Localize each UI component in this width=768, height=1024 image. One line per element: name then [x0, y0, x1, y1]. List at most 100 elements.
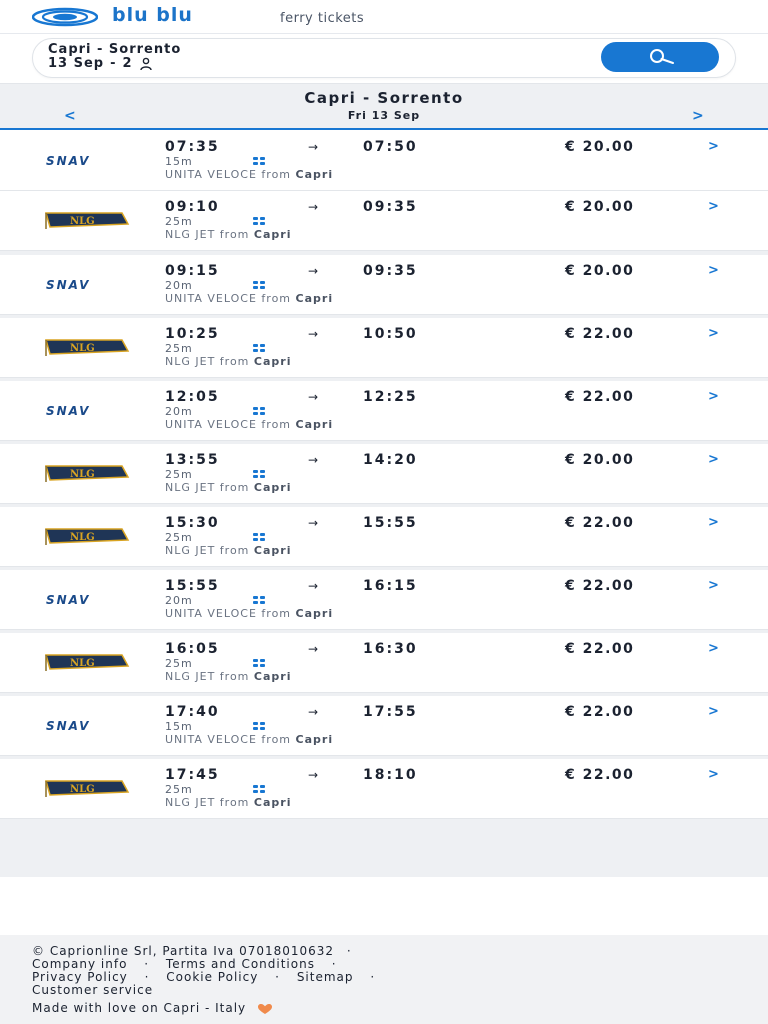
- arrow-right-icon: →: [308, 579, 319, 593]
- seats-icon: [253, 344, 265, 352]
- departure-time: 07:35: [165, 139, 220, 155]
- chevron-right-icon[interactable]: >: [708, 578, 719, 593]
- nlg-logo-text: NLG: [70, 784, 95, 795]
- trip-price: € 22.00: [565, 389, 635, 405]
- from-label: from: [219, 670, 250, 683]
- cookie-policy-link[interactable]: Cookie Policy: [166, 970, 258, 984]
- from-label: from: [219, 228, 250, 241]
- search-button[interactable]: [601, 42, 719, 72]
- from-label: from: [219, 355, 250, 368]
- vessel-info: NLG JET from Capri: [165, 355, 291, 368]
- trip-row[interactable]: SNAV 09:15 → 09:35 20m UNITA VELOCE from…: [0, 255, 768, 315]
- trip-row[interactable]: SNAV 07:35 → 07:50 15m UNITA VELOCE from…: [0, 131, 768, 191]
- trip-price: € 22.00: [565, 578, 635, 594]
- departure-port: Capri: [295, 733, 334, 746]
- privacy-policy-link[interactable]: Privacy Policy: [32, 970, 128, 984]
- search-icon: [650, 49, 674, 64]
- trip-duration: 20m: [165, 594, 193, 607]
- departure-time: 09:10: [165, 199, 220, 215]
- arrow-right-icon: →: [308, 516, 319, 530]
- trip-row[interactable]: NLG 16:05 → 16:30 25m NLG JET from Capri…: [0, 633, 768, 693]
- trip-price: € 20.00: [565, 199, 635, 215]
- vessel-name: UNITA VELOCE: [165, 418, 257, 431]
- chevron-right-icon[interactable]: >: [708, 515, 719, 530]
- search-route[interactable]: Capri - Sorrento: [48, 42, 181, 57]
- arrival-time: 14:20: [363, 452, 418, 468]
- vessel-name: NLG JET: [165, 796, 216, 809]
- trip-price: € 22.00: [565, 515, 635, 531]
- trip-row[interactable]: NLG 13:55 → 14:20 25m NLG JET from Capri…: [0, 444, 768, 504]
- trip-row[interactable]: SNAV 12:05 → 12:25 20m UNITA VELOCE from…: [0, 381, 768, 441]
- brand-name[interactable]: blu blu: [112, 4, 193, 26]
- vessel-name: UNITA VELOCE: [165, 168, 257, 181]
- chevron-right-icon[interactable]: >: [708, 199, 719, 214]
- blu-blu-logo-icon[interactable]: [32, 7, 98, 27]
- nlg-operator-logo-icon: NLG: [45, 212, 130, 229]
- trip-duration: 15m: [165, 155, 193, 168]
- snav-logo-text: SNAV: [46, 154, 90, 168]
- results-header: Capri - Sorrento Fri 13 Sep < >: [0, 84, 768, 130]
- arrival-time: 18:10: [363, 767, 418, 783]
- vessel-info: UNITA VELOCE from Capri: [165, 733, 333, 746]
- trip-duration: 25m: [165, 342, 193, 355]
- chevron-right-icon[interactable]: >: [708, 704, 719, 719]
- arrival-time: 07:50: [363, 139, 418, 155]
- trip-price: € 22.00: [565, 704, 635, 720]
- vessel-info: UNITA VELOCE from Capri: [165, 292, 333, 305]
- trip-row[interactable]: SNAV 17:40 → 17:55 15m UNITA VELOCE from…: [0, 696, 768, 756]
- seats-icon: [253, 659, 265, 667]
- trip-list: SNAV 07:35 → 07:50 15m UNITA VELOCE from…: [0, 131, 768, 877]
- chevron-right-icon[interactable]: >: [708, 641, 719, 656]
- next-day-chevron-icon[interactable]: >: [692, 108, 704, 124]
- snav-logo-text: SNAV: [46, 593, 90, 607]
- footer-line-2: Company info · Terms and Conditions ·: [32, 957, 349, 971]
- terms-link[interactable]: Terms and Conditions: [166, 957, 315, 971]
- trip-row[interactable]: SNAV 15:55 → 16:15 20m UNITA VELOCE from…: [0, 570, 768, 630]
- trip-row[interactable]: NLG 15:30 → 15:55 25m NLG JET from Capri…: [0, 507, 768, 567]
- vessel-info: NLG JET from Capri: [165, 228, 291, 241]
- departure-time: 17:45: [165, 767, 220, 783]
- previous-day-chevron-icon[interactable]: <: [64, 108, 76, 124]
- footer: © Caprionline Srl, Partita Iva 070180106…: [0, 935, 768, 1024]
- separator: ·: [346, 944, 352, 958]
- trip-row[interactable]: NLG 09:10 → 09:35 25m NLG JET from Capri…: [0, 191, 768, 251]
- chevron-right-icon[interactable]: >: [708, 389, 719, 404]
- nlg-operator-logo-icon: NLG: [45, 465, 130, 482]
- trip-row[interactable]: NLG 17:45 → 18:10 25m NLG JET from Capri…: [0, 759, 768, 819]
- seats-icon: [253, 533, 265, 541]
- nlg-logo-text: NLG: [70, 343, 95, 354]
- departure-port: Capri: [295, 168, 334, 181]
- departure-time: 15:55: [165, 578, 220, 594]
- departure-port: Capri: [253, 670, 292, 683]
- nlg-logo-text: NLG: [70, 469, 95, 480]
- brand-tagline: ferry tickets: [280, 11, 365, 26]
- seats-icon: [253, 470, 265, 478]
- arrow-right-icon: →: [308, 768, 319, 782]
- snav-logo-text: SNAV: [46, 278, 90, 292]
- footer-line-4: Customer service: [32, 983, 153, 997]
- chevron-right-icon[interactable]: >: [708, 326, 719, 341]
- departure-time: 12:05: [165, 389, 220, 405]
- vessel-name: UNITA VELOCE: [165, 292, 257, 305]
- nlg-logo-text: NLG: [70, 658, 95, 669]
- results-date: Fri 13 Sep: [347, 109, 421, 122]
- trip-row[interactable]: NLG 10:25 → 10:50 25m NLG JET from Capri…: [0, 318, 768, 378]
- nlg-operator-logo-icon: NLG: [45, 528, 130, 545]
- chevron-right-icon[interactable]: >: [708, 263, 719, 278]
- departure-port: Capri: [295, 607, 334, 620]
- customer-service-link[interactable]: Customer service: [32, 983, 153, 997]
- sitemap-link[interactable]: Sitemap: [297, 970, 354, 984]
- search-date-passengers[interactable]: 13 Sep - 2: [48, 56, 153, 71]
- departure-port: Capri: [295, 292, 334, 305]
- departure-port: Capri: [253, 355, 292, 368]
- seats-icon: [253, 596, 265, 604]
- company-info-link[interactable]: Company info: [32, 957, 127, 971]
- chevron-right-icon[interactable]: >: [708, 139, 719, 154]
- arrival-time: 16:15: [363, 578, 418, 594]
- separator: ·: [144, 957, 150, 971]
- chevron-right-icon[interactable]: >: [708, 767, 719, 782]
- chevron-right-icon[interactable]: >: [708, 452, 719, 467]
- results-route-title: Capri - Sorrento: [304, 89, 464, 107]
- seats-icon: [253, 407, 265, 415]
- search-summary-bar: Capri - Sorrento 13 Sep - 2: [0, 34, 768, 84]
